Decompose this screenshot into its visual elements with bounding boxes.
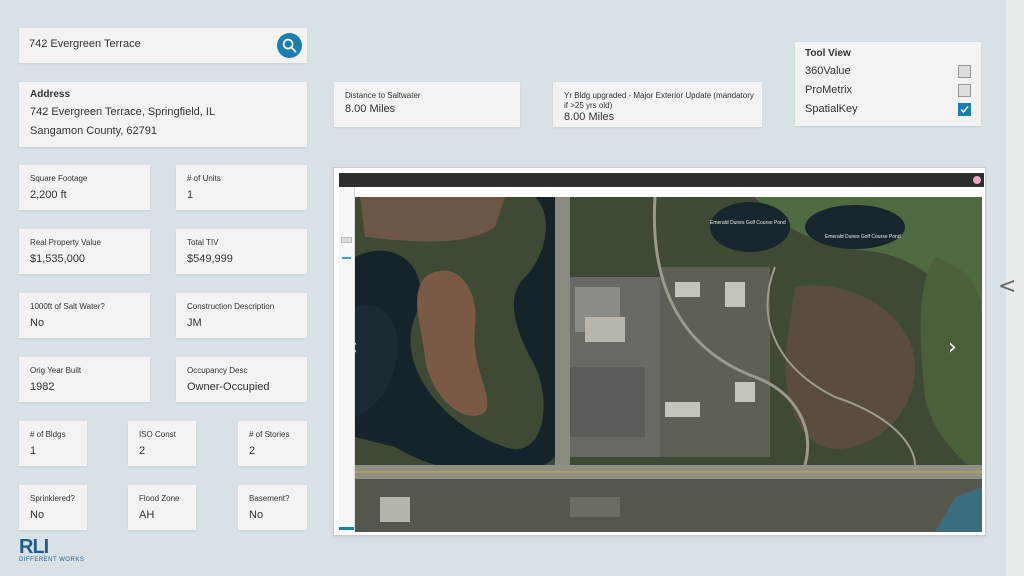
field-label: Square Footage: [30, 174, 88, 183]
field-square-footage: Square Footage 2,200 ft: [19, 165, 150, 210]
field-label: Total TIV: [187, 238, 219, 247]
field-value: 1: [187, 189, 194, 201]
field-label: 1000ft of Salt Water?: [30, 302, 105, 311]
address-card: Address 742 Evergreen Terrace, Springfie…: [19, 82, 307, 147]
tool-view-heading: Tool View: [805, 48, 851, 59]
field-occupancy: Occupancy Desc Owner-Occupied: [176, 357, 307, 402]
checkbox-360value[interactable]: [958, 65, 971, 78]
field-year-built: Orig Year Built 1982: [19, 357, 150, 402]
tool-option-label: ProMetrix: [805, 84, 853, 96]
field-basement: Basement? No: [238, 485, 307, 530]
field-value: JM: [187, 317, 202, 329]
distance-card: Distance to Saltwater 8.00 Miles: [334, 82, 520, 127]
field-bldgs: # of Bldgs 1: [19, 421, 87, 466]
field-label: # of Units: [187, 174, 221, 183]
field-label: # of Stories: [249, 430, 290, 439]
tool-option-prometrix[interactable]: ProMetrix: [805, 83, 971, 99]
address-line-1: 742 Evergreen Terrace, Springfield, IL: [30, 106, 216, 118]
map-label: Emerald Dunes Golf Course Pond: [710, 220, 786, 226]
logo-tagline: DIFFERENT WORKS: [19, 557, 85, 563]
field-label: Construction Description: [187, 302, 275, 311]
map-label: Emerald Dunes Golf Course Pond: [825, 234, 901, 240]
yr-upgraded-label: Yr Bldg upgraded - Major Exterior Update…: [564, 91, 754, 110]
tool-option-label: SpatialKey: [805, 103, 858, 115]
field-value: $1,535,000: [30, 253, 86, 265]
search-input[interactable]: [29, 38, 269, 50]
logo-mark: RLI: [19, 536, 49, 558]
user-avatar[interactable]: [973, 176, 981, 184]
field-salt-water: 1000ft of Salt Water? No: [19, 293, 150, 338]
map-panel: Emerald Dunes Golf Course Pond Emerald D…: [333, 167, 986, 536]
field-sprinklered: Sprinklered? No: [19, 485, 87, 530]
field-label: Real Property Value: [30, 238, 101, 247]
search-icon: [282, 38, 297, 53]
field-value: No: [249, 509, 264, 521]
field-value: Owner-Occupied: [187, 381, 270, 393]
tool-option-spatialkey[interactable]: SpatialKey: [805, 102, 971, 118]
field-label: Orig Year Built: [30, 366, 82, 375]
map-side-tab[interactable]: [339, 527, 354, 530]
field-value: 2: [139, 445, 146, 457]
address-heading: Address: [30, 89, 71, 100]
field-label: ISO Const: [139, 430, 176, 439]
yr-upgraded-value: 8.00 Miles: [564, 111, 615, 123]
tool-option-360value[interactable]: 360Value: [805, 64, 971, 80]
aerial-map[interactable]: Emerald Dunes Golf Course Pond Emerald D…: [355, 197, 982, 532]
map-prev-arrow[interactable]: ‹: [355, 335, 358, 360]
field-value: AH: [139, 509, 155, 521]
rli-logo: RLI DIFFERENT WORKS: [19, 536, 84, 563]
field-label: Occupancy Desc: [187, 366, 248, 375]
map-toolbar: [339, 173, 984, 187]
distance-label: Distance to Saltwater: [345, 91, 421, 100]
map-side-control[interactable]: [341, 237, 352, 243]
field-construction: Construction Description JM: [176, 293, 307, 338]
field-total-tiv: Total TIV $549,999: [176, 229, 307, 274]
search-bar: [19, 28, 307, 63]
field-iso-const: ISO Const 2: [128, 421, 196, 466]
field-label: Basement?: [249, 494, 290, 503]
checkmark-icon: [960, 106, 969, 114]
field-value: 1982: [30, 381, 55, 393]
field-units: # of Units 1: [176, 165, 307, 210]
map-side-panel: [339, 187, 355, 532]
tool-option-label: 360Value: [805, 65, 851, 77]
distance-value: 8.00 Miles: [345, 103, 396, 115]
field-value: 2: [249, 445, 256, 457]
map-side-link[interactable]: [342, 257, 351, 259]
field-value: 2,200 ft: [30, 189, 67, 201]
field-label: Flood Zone: [139, 494, 180, 503]
field-value: $549,999: [187, 253, 233, 265]
search-button[interactable]: [277, 33, 302, 58]
field-label: Sprinklered?: [30, 494, 75, 503]
checkbox-spatialkey[interactable]: [958, 103, 971, 116]
field-value: 1: [30, 445, 37, 457]
yr-upgraded-card: Yr Bldg upgraded - Major Exterior Update…: [553, 82, 762, 127]
field-stories: # of Stories 2: [238, 421, 307, 466]
tool-view-panel: Tool View 360Value ProMetrix SpatialKey: [795, 42, 981, 126]
field-label: # of Bldgs: [30, 430, 66, 439]
checkbox-prometrix[interactable]: [958, 84, 971, 97]
map-next-arrow[interactable]: ›: [948, 335, 957, 360]
collapse-panel-button[interactable]: <: [998, 274, 1016, 299]
aerial-imagery: Emerald Dunes Golf Course Pond Emerald D…: [355, 197, 982, 532]
field-value: No: [30, 509, 45, 521]
field-real-property-value: Real Property Value $1,535,000: [19, 229, 150, 274]
field-flood-zone: Flood Zone AH: [128, 485, 196, 530]
address-line-2: Sangamon County, 62791: [30, 125, 157, 137]
field-value: No: [30, 317, 45, 329]
